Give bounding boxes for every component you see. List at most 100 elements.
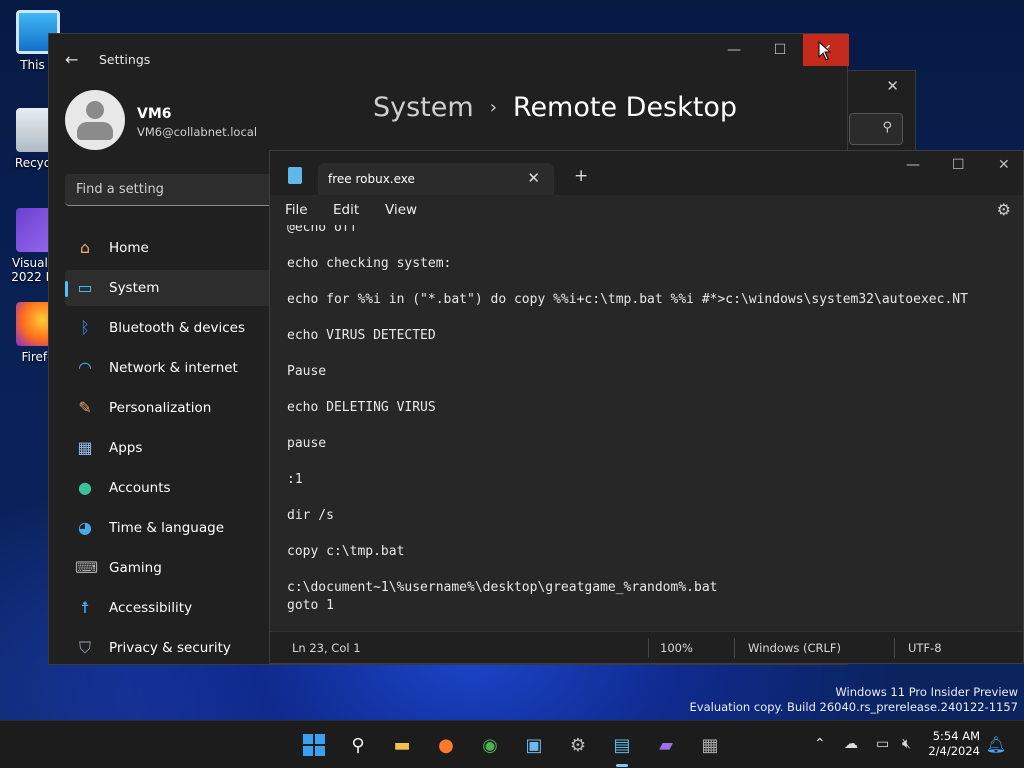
breadcrumb: System › Remote Desktop	[373, 92, 737, 123]
network-icon[interactable]: ▭	[876, 736, 889, 752]
file-explorer-icon[interactable]: ▬	[386, 729, 418, 761]
sidebar-item-privacy[interactable]: ⛉ Privacy & security	[65, 630, 295, 666]
gear-icon[interactable]: ⚙	[997, 200, 1011, 219]
sidebar-item-network[interactable]: ◠ Network & internet	[65, 350, 295, 386]
system-icon: ▭	[77, 278, 93, 297]
search-icon[interactable]: ⚲	[849, 113, 903, 145]
sidebar-item-label: Accessibility	[109, 600, 193, 616]
status-bar: Ln 23, Col 1 100% Windows (CRLF) UTF-8	[270, 631, 1023, 663]
sidebar-item-personalization[interactable]: ✎ Personalization	[65, 390, 295, 426]
clipchamp-icon[interactable]: ▰	[650, 729, 682, 761]
back-arrow-icon[interactable]: ←	[65, 50, 78, 69]
encoding[interactable]: UTF-8	[908, 641, 942, 655]
sidebar-item-time-language[interactable]: ◕ Time & language	[65, 510, 295, 546]
code-line: echo checking system:	[287, 256, 452, 271]
tab-title: free robux.exe	[328, 172, 415, 186]
sidebar-item-system[interactable]: ▭ System	[65, 270, 295, 306]
text-editor[interactable]: @echo off echo checking system: echo for…	[270, 225, 1023, 627]
user-email: VM6@collabnet.local	[137, 125, 258, 139]
code-line: @echo off	[287, 225, 358, 235]
notepad-window[interactable]: free robux.exe ✕ + — ☐ ✕ File Edit View …	[269, 150, 1024, 664]
gamepad-icon: ⌨	[75, 558, 99, 577]
sidebar-item-accessibility[interactable]: ☨ Accessibility	[65, 590, 295, 626]
notepad-app-icon	[288, 167, 302, 184]
start-button[interactable]	[298, 729, 330, 761]
home-icon: ⌂	[79, 238, 91, 257]
bluetooth-icon: ᛒ	[80, 318, 90, 337]
user-icon	[86, 101, 104, 119]
sidebar-item-apps[interactable]: ▦ Apps	[65, 430, 295, 466]
page-title: Remote Desktop	[512, 92, 737, 123]
line-ending[interactable]: Windows (CRLF)	[748, 641, 841, 655]
code-line: c:\document~1\%username%\desktop\greatga…	[287, 580, 718, 595]
breadcrumb-parent[interactable]: System	[373, 92, 474, 123]
clock-time: 5:54 AM	[932, 729, 980, 743]
code-line: echo for %%i in ("*.bat") do copy %%i+c:…	[287, 292, 968, 307]
chevron-right-icon: ›	[489, 97, 497, 118]
accounts-icon: ●	[78, 478, 92, 497]
windows-logo-icon	[303, 734, 325, 756]
minimize-button[interactable]: —	[906, 157, 920, 173]
menu-bar: File Edit View ⚙	[270, 195, 1023, 225]
sidebar-item-home[interactable]: ⌂ Home	[65, 230, 295, 266]
sidebar-item-label: Gaming	[109, 560, 162, 576]
search-placeholder: Find a setting	[76, 182, 164, 197]
window-title: Settings	[99, 52, 151, 67]
code-line: pause	[287, 436, 327, 451]
close-icon[interactable]: ✕	[527, 169, 540, 187]
firefox-icon[interactable]: ●	[430, 729, 462, 761]
notepad-icon[interactable]: ▤	[606, 729, 638, 767]
user-name: VM6	[137, 106, 172, 122]
windows-watermark-line1: Windows 11 Pro Insider Preview	[835, 685, 1018, 699]
sidebar-item-label: Bluetooth & devices	[109, 320, 246, 336]
search-input[interactable]: Find a setting	[65, 174, 295, 206]
close-icon[interactable]: ✕	[886, 77, 899, 95]
close-button[interactable]: ✕	[998, 157, 1010, 173]
brush-icon: ✎	[78, 398, 92, 417]
notification-bell-icon[interactable]: 🔔︎	[986, 735, 1006, 754]
globe-icon: ◕	[78, 518, 92, 537]
sidebar-item-gaming[interactable]: ⌨ Gaming	[65, 550, 295, 586]
zoom-level[interactable]: 100%	[660, 641, 693, 655]
avatar[interactable]	[65, 90, 125, 150]
mouse-cursor-icon	[818, 41, 832, 61]
sidebar-nav: ⌂ Home ▭ System ᛒ Bluetooth & devices ◠ …	[65, 230, 295, 670]
chrome-icon[interactable]: ◉	[474, 729, 506, 761]
tab-free-robux[interactable]: free robux.exe ✕	[318, 163, 554, 196]
clock-date: 2/4/2024	[928, 744, 980, 758]
menu-edit[interactable]: Edit	[333, 202, 359, 218]
remote-desktop-icon[interactable]: ▣	[518, 729, 550, 761]
sidebar-item-bluetooth[interactable]: ᛒ Bluetooth & devices	[65, 310, 295, 346]
sidebar-item-label: System	[109, 280, 160, 296]
menu-file[interactable]: File	[285, 202, 308, 218]
code-line: :1	[287, 472, 303, 487]
maximize-button[interactable]: ☐	[757, 34, 803, 66]
code-line: echo DELETING VIRUS	[287, 400, 436, 415]
settings-gear-icon[interactable]: ⚙	[562, 729, 594, 761]
tab-bar: free robux.exe ✕ + — ☐ ✕	[270, 151, 1023, 196]
sidebar-item-label: Home	[109, 240, 149, 256]
new-tab-icon[interactable]: +	[574, 166, 588, 186]
volume-icon[interactable]: 🔇︎	[902, 736, 911, 752]
search-icon[interactable]: ⚲	[342, 729, 374, 761]
windows-watermark-line2: Evaluation copy. Build 26040.rs_prerelea…	[689, 700, 1018, 714]
system-clock[interactable]: 5:54 AM 2/4/2024	[928, 729, 980, 759]
minimize-button[interactable]: —	[711, 34, 757, 66]
maximize-button[interactable]: ☐	[952, 157, 965, 173]
sidebar-item-label: Apps	[109, 440, 143, 456]
sidebar-item-label: Personalization	[109, 400, 212, 416]
sidebar-item-label: Network & internet	[109, 360, 238, 376]
code-line: echo VIRUS DETECTED	[287, 328, 436, 343]
sidebar-item-label: Accounts	[109, 480, 171, 496]
calculator-icon[interactable]: ▦	[694, 729, 726, 761]
sidebar-item-label: Privacy & security	[109, 640, 231, 656]
chevron-up-icon[interactable]: ⌃	[814, 736, 826, 752]
sidebar-item-label: Time & language	[109, 520, 225, 536]
sidebar-item-accounts[interactable]: ● Accounts	[65, 470, 295, 506]
cloud-icon[interactable]: ☁	[844, 736, 858, 752]
accessibility-icon: ☨	[80, 598, 90, 617]
menu-view[interactable]: View	[385, 202, 417, 218]
taskbar: ⚲ ▬ ● ◉ ▣ ⚙ ▤ ▰ ▦ ⌃ ☁ ▭ 🔇︎ 5:54 AM 2/4/2…	[0, 720, 1024, 768]
code-line: Pause	[287, 364, 327, 379]
code-line: copy c:\tmp.bat	[287, 544, 405, 559]
